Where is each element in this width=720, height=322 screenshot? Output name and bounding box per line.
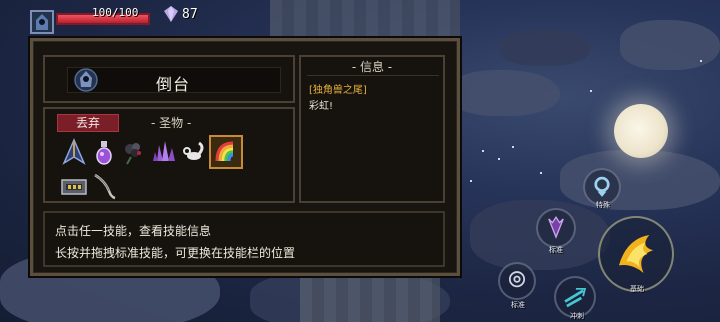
relic-item-vip-ticket[interactable] bbox=[59, 171, 89, 201]
standard-skill-label-bottom: 标准 bbox=[511, 301, 525, 309]
info-content: [独角兽之尾] 彩虹! bbox=[307, 75, 439, 195]
hooded-character-icon bbox=[36, 14, 48, 30]
frost-skill-icon bbox=[594, 176, 610, 197]
item-description: 彩虹! bbox=[309, 101, 334, 112]
player-portrait[interactable] bbox=[30, 10, 54, 34]
info-box: - 信息 - [独角兽之尾] 彩虹! bbox=[299, 55, 445, 203]
cloud bbox=[500, 30, 590, 66]
vip-ticket-icon bbox=[61, 179, 87, 195]
cloud bbox=[620, 20, 720, 70]
special-skill-label: 特殊 bbox=[596, 201, 610, 209]
item-name: [独角兽之尾] bbox=[309, 85, 367, 96]
star bbox=[482, 150, 484, 152]
standard-skill-button-bottom[interactable] bbox=[498, 262, 536, 300]
star bbox=[700, 60, 702, 62]
rainbow-unicorn-tail-icon bbox=[215, 141, 234, 162]
hint-box: 点击任一技能，查看技能信息 长按并拖拽标准技能，可更换在技能栏的位置 bbox=[43, 211, 445, 267]
relics-box: 丢弃 - 圣物 - bbox=[43, 107, 295, 203]
bone-whip-icon bbox=[94, 173, 116, 200]
moon bbox=[614, 104, 668, 158]
shadow-claw-icon bbox=[548, 215, 564, 239]
relic-item-scorpion[interactable] bbox=[179, 137, 209, 167]
star bbox=[512, 146, 514, 148]
purple-potion-icon bbox=[96, 141, 112, 165]
character-name: 倒台 bbox=[156, 75, 191, 94]
standard-skill-label-top: 标准 bbox=[549, 246, 563, 254]
purple-crystal-icon bbox=[153, 141, 175, 161]
info-title: - 信息 - bbox=[351, 60, 393, 74]
hooded-character-icon bbox=[74, 68, 98, 92]
relic-item-potion[interactable] bbox=[89, 137, 119, 167]
character-name-plate: 倒台 bbox=[67, 67, 281, 94]
star bbox=[470, 180, 472, 182]
gem-icon bbox=[164, 6, 178, 22]
hint-line-1: 点击任一技能，查看技能信息 bbox=[55, 224, 212, 238]
castle-wall-bottom bbox=[300, 276, 440, 322]
relic-item-bone-whip[interactable] bbox=[89, 171, 119, 201]
black-rose-icon bbox=[125, 143, 141, 165]
relic-item-unicorn-tail[interactable] bbox=[209, 135, 243, 169]
spiral-skill-icon bbox=[508, 271, 526, 288]
relics-label: - 圣物 - bbox=[151, 116, 192, 130]
inventory-panel: 倒台 丢弃 - 圣物 - - 信息 - [独角兽之尾] 彩虹! 点击任一技能，查… bbox=[30, 38, 460, 276]
castle-wall-top bbox=[270, 0, 460, 40]
relic-item-crystal[interactable] bbox=[149, 137, 179, 167]
star bbox=[540, 172, 542, 174]
star bbox=[498, 158, 500, 160]
gem-count: 87 bbox=[182, 7, 198, 22]
star bbox=[590, 90, 592, 92]
white-scorpion-icon bbox=[183, 141, 204, 160]
cloud bbox=[450, 70, 560, 116]
basic-attack-label: 基础 bbox=[630, 285, 644, 293]
character-name-box: 倒台 bbox=[43, 55, 295, 103]
hp-text: 100/100 bbox=[92, 6, 139, 19]
relic-item-dark-wings[interactable] bbox=[59, 137, 89, 167]
basic-attack-button[interactable] bbox=[598, 216, 674, 292]
dash-skill-label: 冲刺 bbox=[570, 312, 584, 320]
dark-wings-icon bbox=[62, 138, 86, 165]
drop-button[interactable]: 丢弃 bbox=[57, 114, 119, 132]
relic-item-black-rose[interactable] bbox=[119, 137, 149, 167]
standard-skill-button-top[interactable] bbox=[536, 208, 576, 248]
hint-line-2: 长按并拖拽标准技能，可更换在技能栏的位置 bbox=[55, 246, 296, 260]
fire-slash-icon bbox=[618, 235, 654, 273]
